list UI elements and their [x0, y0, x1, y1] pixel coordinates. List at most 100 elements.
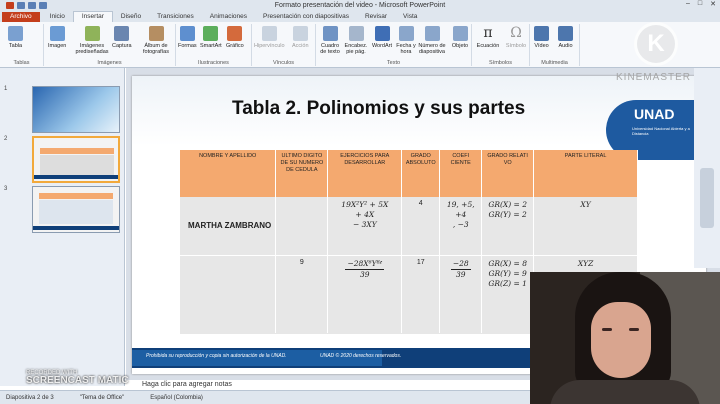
group-label: Vínculos: [272, 60, 295, 66]
webcam-person-face: [591, 302, 651, 378]
header-ejercicios: EJERCICIOS PARA DESARROLLAR: [327, 150, 403, 197]
cell-coef: −28 39: [439, 255, 483, 333]
header-footer-button[interactable]: Encabez. pie pág.: [344, 26, 368, 55]
title-bar: Formato presentación del video - Microso…: [0, 0, 720, 10]
image-button[interactable]: Imagen: [48, 26, 66, 49]
audio-button[interactable]: Audio: [558, 26, 573, 49]
undo-icon[interactable]: [28, 1, 36, 9]
cell-digit: 9: [275, 255, 329, 333]
cell-grado-relativo: GR(X) = 2 GR(Y) = 2: [481, 197, 535, 255]
window-controls: – □ ✕: [686, 0, 716, 8]
tab-revisar[interactable]: Revisar: [357, 12, 395, 22]
tab-animaciones[interactable]: Animaciones: [202, 12, 255, 22]
denominator: 39: [455, 269, 466, 279]
group-simbolos: π Ecuación Ω Símbolo Símbolos: [472, 24, 530, 66]
slide-title[interactable]: Tabla 2. Polinomios y sus partes: [232, 98, 525, 120]
smartart-button[interactable]: SmartArt: [200, 26, 222, 49]
rel-line: GR(Y) = 9: [488, 268, 527, 278]
slide-number: 1: [4, 86, 8, 92]
smartart-icon: [203, 26, 219, 41]
vertical-scrollbar[interactable]: [694, 68, 720, 268]
numerator: −28X⁶Y⁸ᶻ: [345, 258, 385, 270]
slide-thumbnail-1[interactable]: 1: [4, 86, 122, 134]
chart-button[interactable]: Gráfico: [226, 26, 244, 49]
coef-line: , −3: [452, 220, 469, 229]
action-button[interactable]: Acción: [292, 26, 309, 49]
slide-number: 3: [4, 186, 8, 192]
group-label: Texto: [386, 60, 401, 66]
tab-diseno[interactable]: Diseño: [113, 12, 149, 22]
video-icon: [534, 26, 549, 41]
screenshot-icon: [114, 26, 130, 41]
tab-presentacion[interactable]: Presentación con diapositivas: [255, 12, 357, 22]
textbox-button[interactable]: Cuadro de texto: [318, 26, 342, 55]
fraction: −28X⁶Y⁸ᶻ 39: [345, 258, 385, 280]
slide-preview: [32, 86, 120, 133]
hyperlink-button[interactable]: Hipervínculo: [254, 26, 285, 49]
date-time-button[interactable]: Fecha y hora: [396, 26, 416, 55]
webcam-overlay: [530, 272, 720, 404]
group-imagenes: Imagen Imágenes prediseñadas Captura Álb…: [44, 24, 176, 66]
group-label: Multimedia: [541, 60, 568, 66]
close-icon[interactable]: ✕: [710, 0, 716, 8]
header-grado-absoluto: GRADO ABSOLUTO: [401, 150, 441, 197]
language[interactable]: Español (Colombia): [150, 395, 203, 401]
expr-line: 19X²Y² + 5X: [341, 200, 389, 209]
clipart-button[interactable]: Imágenes prediseñadas: [74, 26, 110, 55]
redo-icon[interactable]: [39, 1, 47, 9]
slide-number-button[interactable]: Número de diapositiva: [416, 26, 448, 55]
save-icon[interactable]: [17, 1, 25, 9]
group-texto: Cuadro de texto Encabez. pie pág. WordAr…: [316, 24, 472, 66]
hyperlink-icon: [261, 26, 277, 41]
slide-thumbnail-2[interactable]: 2: [4, 136, 122, 184]
header-digito: ULTIMO DIGITO DE SU NUMERO DE CEDULA: [275, 150, 329, 197]
tab-insertar[interactable]: Insertar: [72, 11, 113, 22]
tab-vista[interactable]: Vista: [395, 12, 425, 22]
video-button[interactable]: Vídeo: [534, 26, 549, 49]
cell-exercise: 19X²Y² + 5X + 4X − 3XY: [327, 197, 403, 255]
logo-subtext: Universidad Nacional Abierta y a Distanc…: [632, 126, 690, 136]
shapes-button[interactable]: Formas: [178, 26, 197, 49]
maximize-icon[interactable]: □: [698, 0, 702, 8]
fraction: −28 39: [450, 258, 471, 280]
app-icon[interactable]: [6, 1, 14, 9]
preview-footer: [33, 226, 119, 230]
tab-archivo[interactable]: Archivo: [2, 12, 40, 22]
photo-album-button[interactable]: Álbum de fotografías: [138, 26, 174, 55]
header-grado-relativo: GRADO RELATI VO: [481, 150, 535, 197]
header-coeficiente: COEFI CIENTE: [439, 150, 483, 197]
textbox-icon: [322, 26, 338, 41]
quick-access-toolbar: [0, 1, 47, 9]
numerator: −28: [450, 258, 471, 270]
tab-inicio[interactable]: Inicio: [42, 12, 73, 22]
audio-icon: [558, 26, 573, 41]
preview-footer: [34, 175, 118, 179]
cell-digit: [275, 197, 329, 255]
denominator: 39: [360, 269, 370, 279]
group-label: Símbolos: [489, 60, 512, 66]
wordart-button[interactable]: WordArt: [370, 26, 394, 49]
table-button[interactable]: Tabla: [8, 26, 23, 49]
omega-icon: Ω: [510, 25, 522, 41]
screencast-watermark: RECORDED WITH SCREENCAST MATIC: [26, 370, 129, 386]
screenshot-button[interactable]: Captura: [112, 26, 132, 49]
tab-transiciones[interactable]: Transiciones: [149, 12, 202, 22]
group-label: Imágenes: [97, 60, 122, 66]
table-icon: [8, 26, 23, 41]
preview-header-row: [39, 193, 113, 199]
slide-thumbnail-3[interactable]: 3: [4, 186, 122, 234]
wordart-icon: [374, 26, 390, 41]
preview-header-row: [40, 148, 114, 154]
symbol-button[interactable]: Ω Símbolo: [504, 25, 528, 50]
slide-preview: [32, 136, 120, 183]
equation-button[interactable]: π Ecuación: [476, 26, 500, 50]
group-multimedia: Vídeo Audio Multimedia: [530, 24, 580, 66]
scroll-thumb[interactable]: [700, 168, 714, 228]
minimize-icon[interactable]: –: [686, 0, 690, 8]
object-button[interactable]: Objeto: [450, 26, 470, 49]
rel-line: GR(X) = 8: [488, 258, 527, 268]
cell-grado-relativo: GR(X) = 8 GR(Y) = 9 GR(Z) = 1: [481, 255, 535, 333]
cell-grado: 17: [401, 255, 441, 333]
cell-literal: XY: [533, 197, 638, 255]
kinemaster-text: KINEMASTER: [616, 72, 692, 83]
